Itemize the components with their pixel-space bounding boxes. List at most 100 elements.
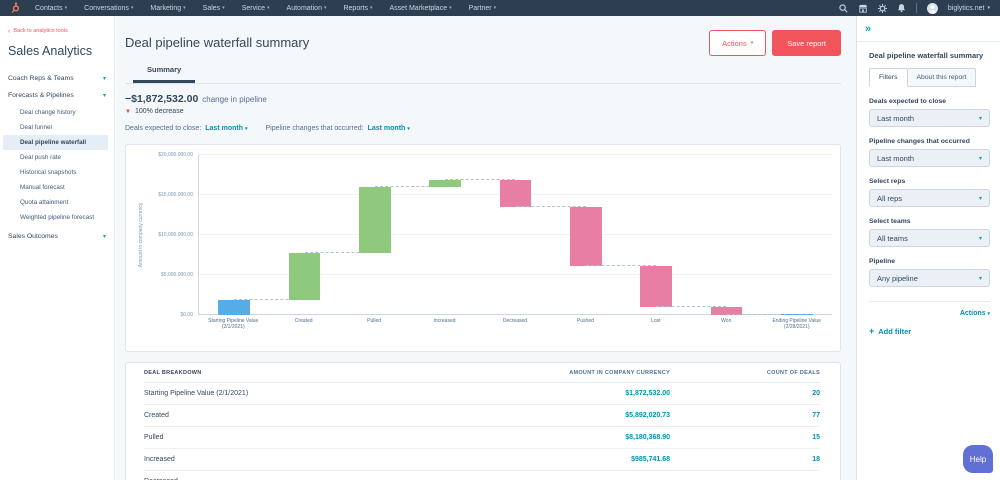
filter-pipeline-changes-that-occurred: Pipeline changes that occurred: Last mont…	[266, 125, 410, 132]
waterfall-chart-card: Amount in company currency $0.00$5,000,0…	[125, 144, 841, 352]
nav-item-label: Marketing	[150, 5, 181, 12]
plus-icon: +	[869, 326, 874, 336]
table-row: Pulled$8,180,368.9015	[144, 427, 820, 449]
sidebar-section-label: Coach Reps & Teams	[8, 75, 74, 82]
help-button[interactable]: Help	[963, 445, 993, 473]
x-axis-label: Won	[691, 318, 761, 330]
search-icon[interactable]	[839, 4, 848, 13]
sidebar-item-historical-snapshots[interactable]: Historical snapshots	[8, 165, 108, 180]
panel-actions-link[interactable]: Actions ▾	[869, 310, 990, 317]
panel-field-select-teams: Select teamsAll teams▾	[869, 218, 990, 247]
filter-label: Pipeline changes that occurred:	[266, 125, 364, 132]
table-row: Starting Pipeline Value (2/1/2021)$1,872…	[144, 383, 820, 405]
save-report-button[interactable]: Save report	[772, 30, 841, 56]
avatar[interactable]	[927, 3, 938, 14]
nav-item-conversations[interactable]: Conversations▾	[84, 5, 133, 12]
sidebar-item-manual-forecast[interactable]: Manual forecast	[8, 180, 108, 195]
panel-field-pipeline-changes-that-occurred: Pipeline changes that occurredLast month…	[869, 138, 990, 167]
bar-increased[interactable]	[429, 180, 461, 188]
tab-summary[interactable]: Summary	[133, 60, 195, 83]
sidebar-item-deal-change-history[interactable]: Deal change history	[8, 105, 108, 120]
pipeline-change-value: −$1,872,532.00	[125, 93, 198, 105]
nav-item-service[interactable]: Service▾	[242, 5, 270, 12]
nav-item-marketing[interactable]: Marketing▾	[150, 5, 185, 12]
row-amount[interactable]: $985,741.68	[445, 456, 670, 463]
collapse-panel-icon[interactable]: »	[865, 23, 871, 35]
nav-item-asset-marketplace[interactable]: Asset Marketplace▾	[390, 5, 452, 12]
row-label: Created	[144, 412, 445, 419]
nav-item-label: Reports	[343, 5, 368, 12]
row-amount[interactable]: $5,892,020.73	[445, 412, 670, 419]
dropdown-select-teams[interactable]: All teams ▾	[869, 229, 990, 247]
nav-item-automation[interactable]: Automation▾	[287, 5, 327, 12]
actions-button[interactable]: Actions ▾	[709, 30, 766, 56]
divider	[869, 301, 990, 302]
chevron-down-icon: ▾	[979, 235, 982, 242]
filter-value: Last month	[205, 125, 243, 132]
row-label: Increased	[144, 456, 445, 463]
panel-field-deals-expected-to-close: Deals expected to closeLast month▾	[869, 98, 990, 127]
gridline	[199, 154, 832, 155]
dropdown-deals-expected-to-close[interactable]: Last month▾	[869, 109, 990, 127]
row-count[interactable]: 18	[670, 456, 820, 463]
x-axis-label: Lost	[621, 318, 691, 330]
nav-item-label: Conversations	[84, 5, 129, 12]
x-axis-labels: Starting Pipeline Value (2/1/2021)Create…	[198, 318, 832, 330]
sidebar-section-forecasts-pipelines[interactable]: Forecasts & Pipelines▾	[8, 87, 114, 104]
sidebar-item-deal-push-rate[interactable]: Deal push rate	[8, 150, 108, 165]
sidebar-item-deal-pipeline-waterfall[interactable]: Deal pipeline waterfall	[3, 135, 108, 150]
hubspot-logo-icon[interactable]	[10, 2, 21, 14]
panel-tab-about-this-report[interactable]: About this report	[908, 68, 977, 87]
sidebar-section-sales-outcomes[interactable]: Sales Outcomes▾	[8, 228, 114, 245]
chevron-down-icon: ▾	[751, 40, 754, 46]
dropdown-value: All teams	[877, 234, 908, 243]
nav-item-partner[interactable]: Partner▾	[469, 5, 496, 12]
row-count[interactable]: 15	[670, 434, 820, 441]
x-axis-label: Ending Pipeline Value (2/28/2021)	[762, 318, 832, 330]
chevron-down-icon: ▾	[979, 115, 982, 122]
bar-starting-pipeline-value-2-1-2021[interactable]	[218, 300, 250, 315]
nav-item-label: Partner	[469, 5, 492, 12]
marketplace-icon[interactable]	[858, 4, 868, 13]
chart-body: Amount in company currency $0.00$5,000,0…	[134, 155, 832, 315]
sidebar-section-coach-reps-teams[interactable]: Coach Reps & Teams▾	[8, 70, 114, 87]
topnav-right: biglytics.net ▾	[839, 3, 990, 14]
nav-item-contacts[interactable]: Contacts▾	[35, 5, 67, 12]
sidebar-item-weighted-pipeline-forecast[interactable]: Weighted pipeline forecast	[8, 210, 108, 225]
add-filter-link[interactable]: + Add filter	[869, 326, 990, 336]
row-count[interactable]: 77	[670, 412, 820, 419]
bar-pulled[interactable]	[359, 187, 391, 252]
dropdown-value: All reps	[877, 194, 902, 203]
panel-title: Deal pipeline waterfall summary	[869, 51, 990, 60]
filter-value-dropdown[interactable]: Last month▾	[368, 125, 410, 132]
settings-icon[interactable]	[878, 4, 887, 13]
panel-tab-filters[interactable]: Filters	[869, 68, 908, 87]
chevron-down-icon: ▾	[979, 195, 982, 202]
nav-item-reports[interactable]: Reports▾	[343, 5, 372, 12]
bar-decreased[interactable]	[500, 180, 532, 207]
row-amount[interactable]: $1,872,532.00	[445, 390, 670, 397]
pipeline-change-caption: change in pipeline	[202, 95, 267, 104]
waterfall-plot	[198, 155, 832, 315]
nav-item-sales[interactable]: Sales▾	[203, 5, 225, 12]
sidebar-section-label: Forecasts & Pipelines	[8, 92, 74, 99]
back-to-analytics-link[interactable]: ‹ Back to analytics tools	[8, 28, 114, 34]
bar-created[interactable]	[289, 253, 321, 300]
row-amount[interactable]: $8,180,368.90	[445, 434, 670, 441]
row-count[interactable]: 20	[670, 390, 820, 397]
sidebar-item-quota-attainment[interactable]: Quota attainment	[8, 195, 108, 210]
sidebar-item-deal-funnel[interactable]: Deal funnel	[8, 120, 108, 135]
account-menu[interactable]: biglytics.net ▾	[948, 5, 990, 12]
bar-ending-pipeline-value-2-28-2021[interactable]	[781, 314, 813, 316]
chevron-down-icon: ▾	[494, 5, 497, 11]
dropdown-pipeline[interactable]: Any pipeline▾	[869, 269, 990, 287]
bar-pushed[interactable]	[570, 207, 602, 266]
panel-tabs: FiltersAbout this report	[869, 68, 990, 87]
dropdown-pipeline-changes-that-occurred[interactable]: Last month▾	[869, 149, 990, 167]
notifications-icon[interactable]	[897, 3, 906, 13]
gridline	[199, 234, 832, 235]
dropdown-select-reps[interactable]: All reps ▾	[869, 189, 990, 207]
sidebar-section-label: Sales Outcomes	[8, 233, 58, 240]
bar-lost[interactable]	[640, 266, 672, 307]
filter-value-dropdown[interactable]: Last month▾	[205, 125, 247, 132]
